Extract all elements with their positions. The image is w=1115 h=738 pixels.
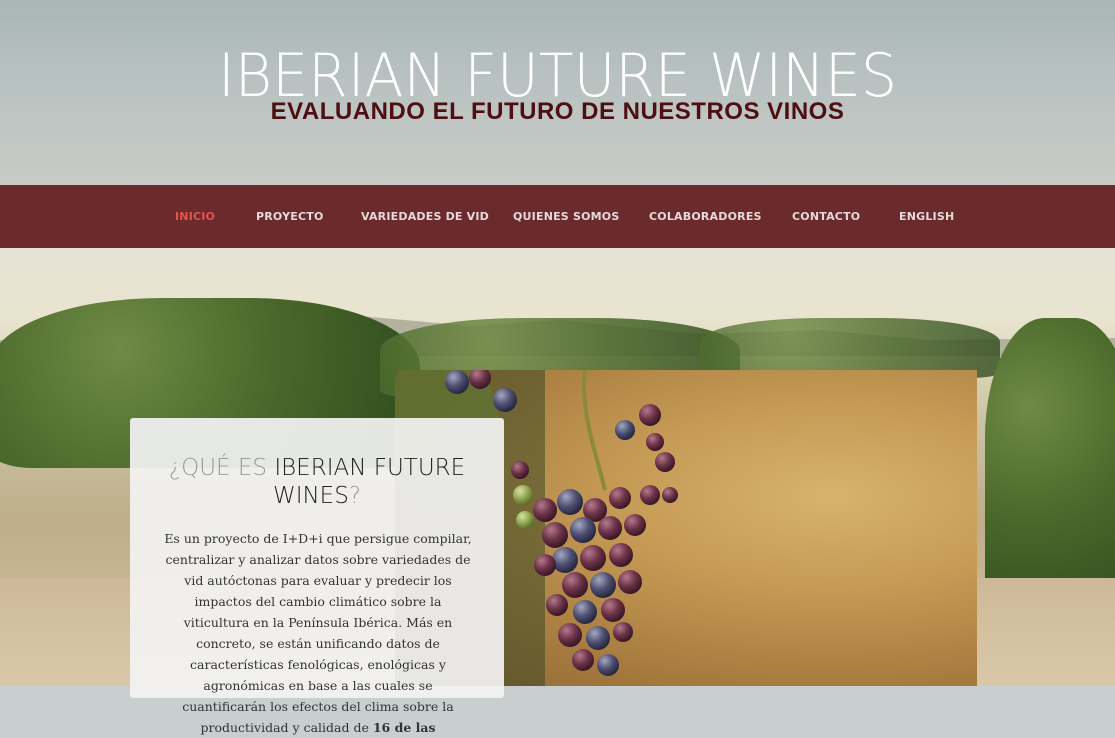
intro-card: ¿QUÉ ES IBERIAN FUTURE WINES? Es un proy… [130,418,504,735]
nav-item-inicio[interactable]: INICIO [175,185,215,248]
nav-item-colaboradores[interactable]: COLABORADORES [649,185,762,248]
site-subtitle: EVALUANDO EL FUTURO DE NUESTROS VINOS [270,98,845,125]
nav-item-proyecto[interactable]: PROYECTO [256,185,324,248]
nav-item-quienes-somos[interactable]: QUIENES SOMOS [513,185,619,248]
nav-item-english[interactable]: ENGLISH [899,185,954,248]
intro-title-suffix: ? [348,483,362,509]
nav-item-variedades-de-vid[interactable]: VARIEDADES DE VID [361,185,489,248]
vine-row-right [985,318,1115,618]
intro-title: ¿QUÉ ES IBERIAN FUTURE WINES? [150,454,484,510]
intro-text-body: Es un proyecto de I+D+i que persigue com… [164,531,472,735]
nav-item-contacto[interactable]: CONTACTO [792,185,860,248]
intro-title-brand: IBERIAN FUTURE WINES [272,455,466,509]
intro-text-bold: 16 de las [372,720,436,735]
main-nav: INICIO PROYECTO VARIEDADES DE VID QUIENE… [0,185,1115,248]
site-header: IBERIAN FUTURE WINES EVALUANDO EL FUTURO… [0,0,1115,185]
intro-title-prefix: ¿QUÉ ES [168,455,275,481]
intro-text: Es un proyecto de I+D+i que persigue com… [160,528,476,738]
vine-row-far [700,318,1000,378]
